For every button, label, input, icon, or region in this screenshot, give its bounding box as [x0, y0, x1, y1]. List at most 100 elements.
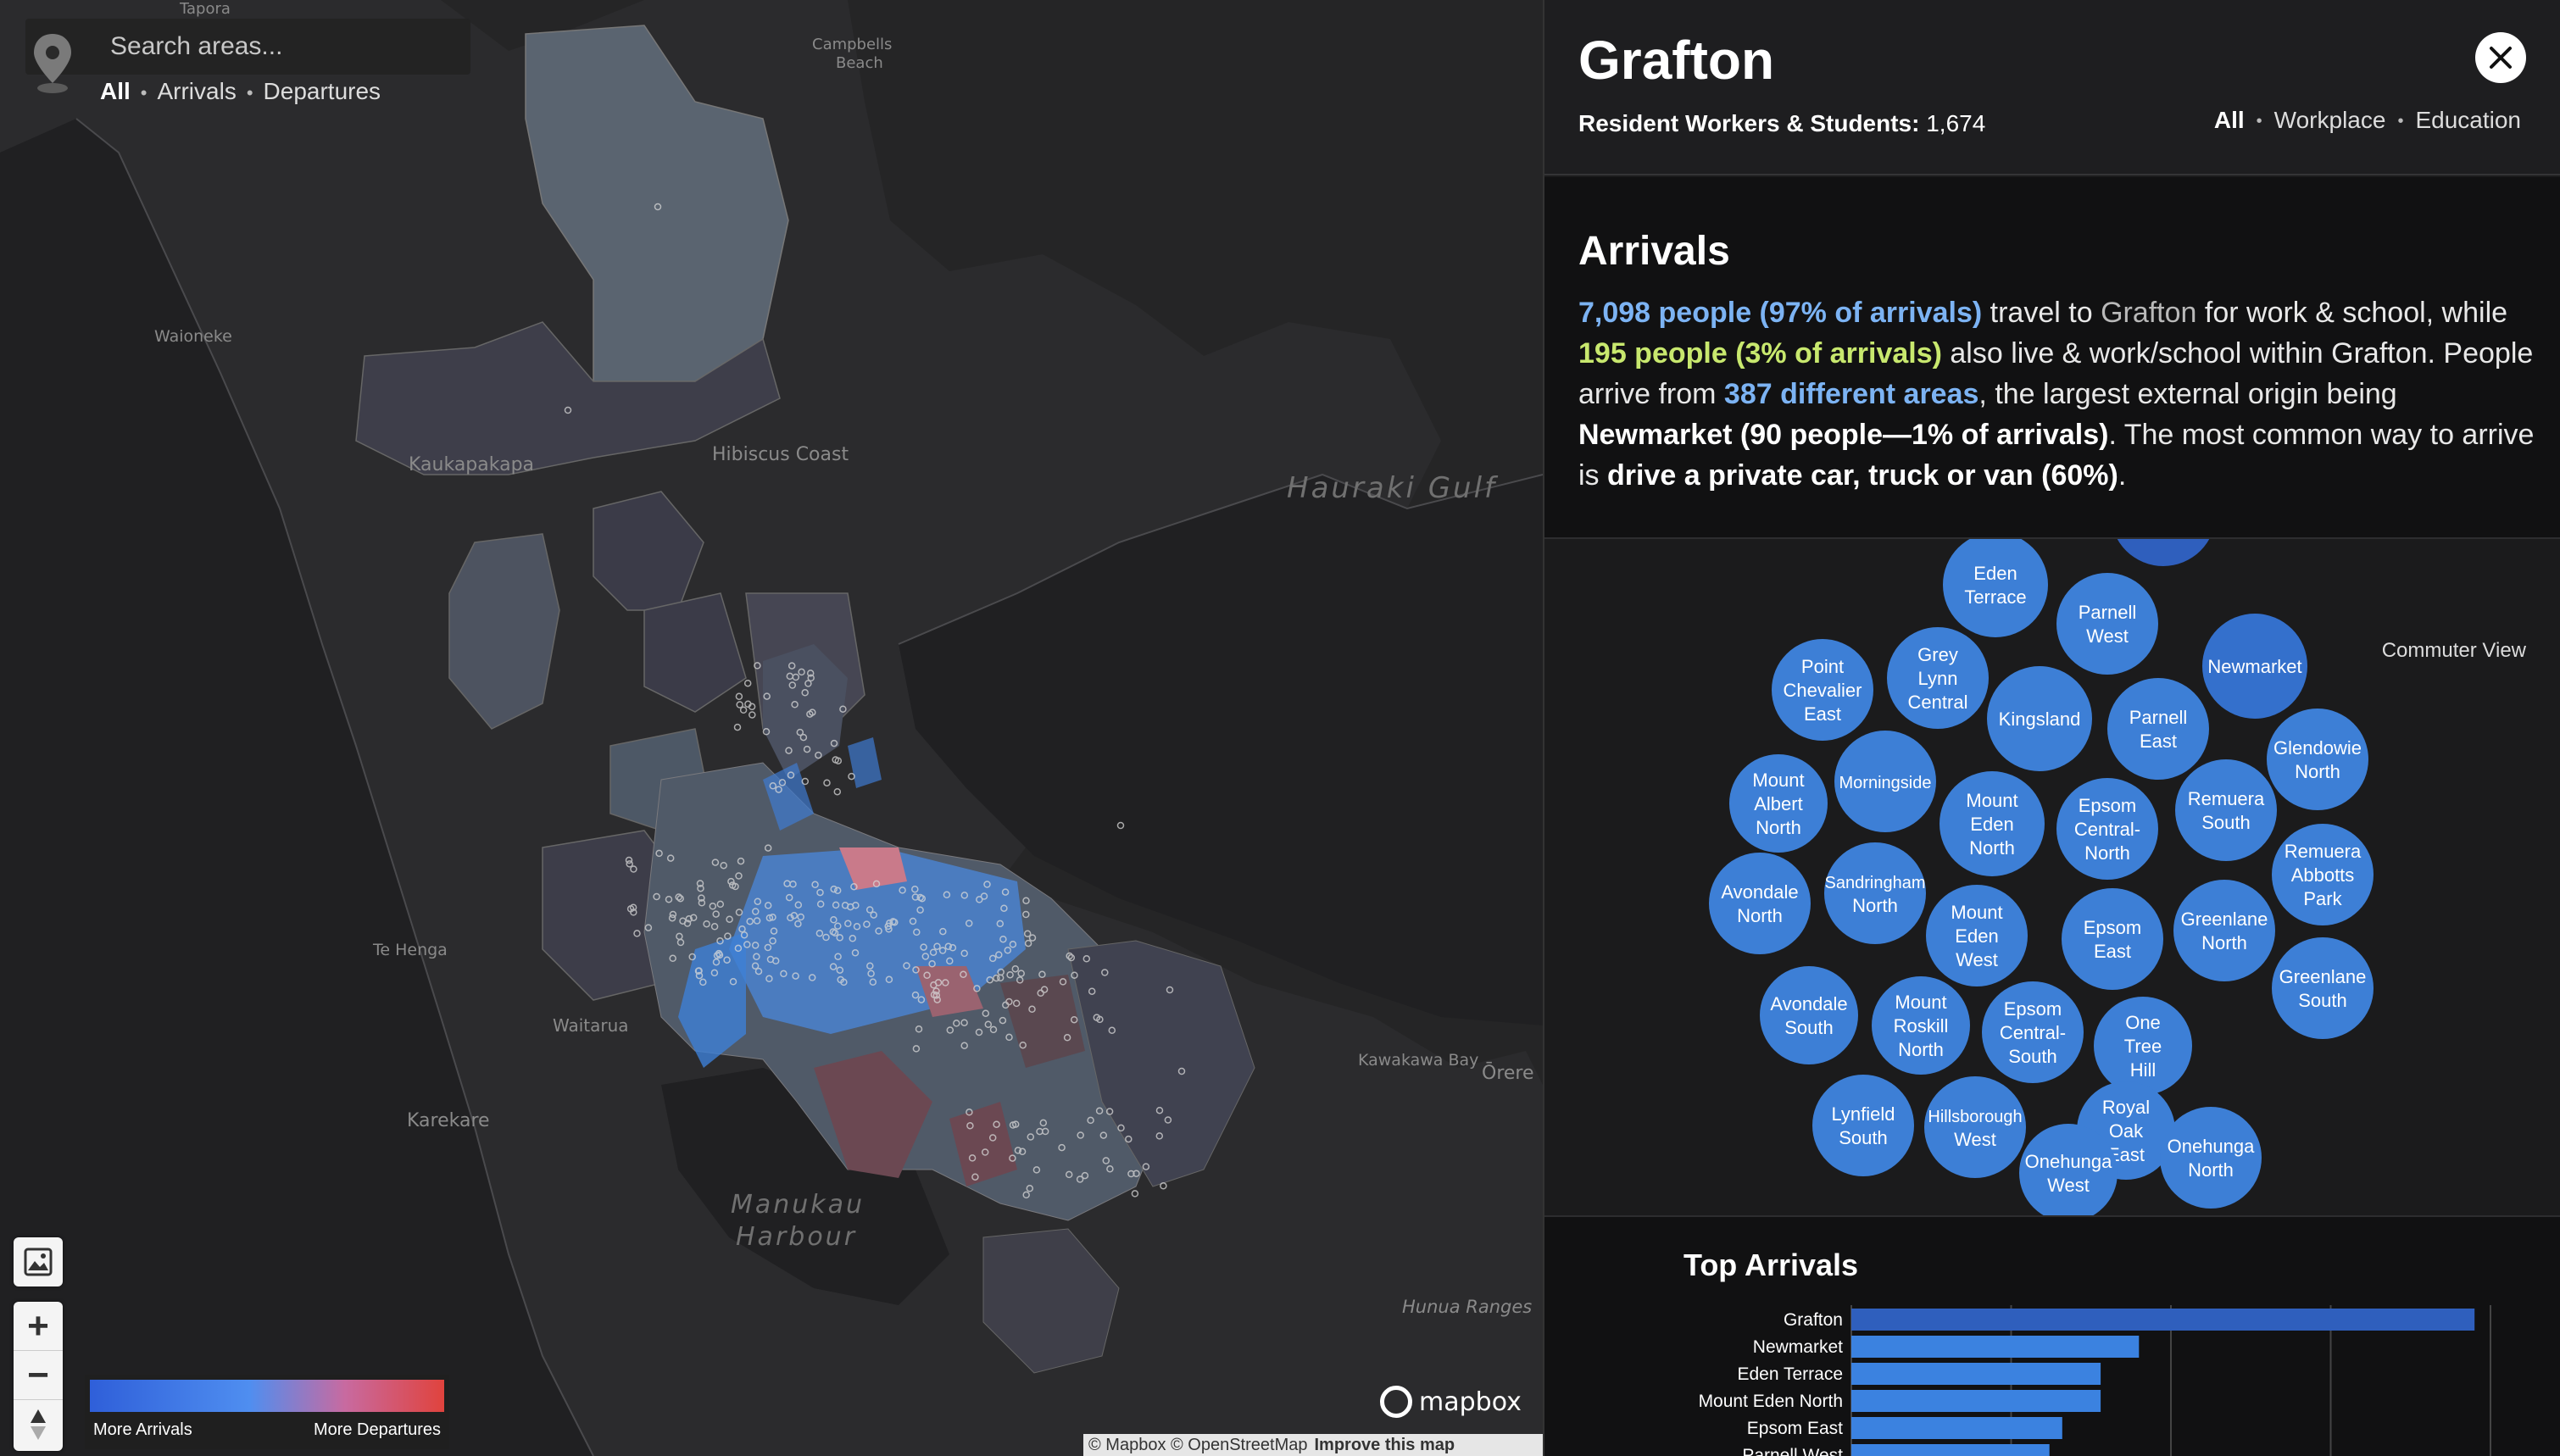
- origin-bubble[interactable]: Point ChevalierEast: [1772, 639, 1873, 741]
- view-all[interactable]: All: [2214, 107, 2245, 133]
- bubble-label: Remuera: [2285, 841, 2362, 862]
- compass-button[interactable]: [14, 1400, 63, 1449]
- bubble-label: South: [1839, 1127, 1888, 1148]
- bar-category-label: Epsom East: [1747, 1419, 1843, 1438]
- bubble-label: West: [2047, 1175, 2090, 1196]
- origin-bubble[interactable]: RemueraAbbottsPark: [2272, 824, 2374, 925]
- bubble-label: Avondale: [1721, 881, 1798, 903]
- filter-arrivals[interactable]: Arrivals: [157, 78, 236, 104]
- bubble-partial[interactable]: [2111, 539, 2216, 566]
- zoom-out-button[interactable]: −: [14, 1351, 63, 1400]
- filter-departures[interactable]: Departures: [264, 78, 381, 104]
- bar-grafton[interactable]: [1851, 1309, 2475, 1331]
- bar-mount-eden-north[interactable]: [1851, 1390, 2101, 1412]
- view-education[interactable]: Education: [2415, 107, 2521, 133]
- bubble-circle: [2056, 573, 2158, 675]
- origin-bubble[interactable]: GreenlaneNorth: [2173, 880, 2275, 981]
- close-button[interactable]: [2475, 32, 2526, 83]
- bubble-label: Epsom: [2084, 917, 2141, 938]
- location-pin-icon: [34, 34, 71, 93]
- map-legend: More Arrivals More Departures: [85, 1375, 449, 1449]
- map-label-hibiscus-coast: Hibiscus Coast: [712, 444, 849, 465]
- bubble-label: Sandringham: [1825, 874, 1926, 892]
- origin-bubble[interactable]: EdenTerrace: [1943, 539, 2048, 637]
- origin-bubble[interactable]: Epsom Central-North: [2056, 778, 2158, 880]
- bubble-label: Terrace: [1964, 586, 2026, 608]
- bubble-circle: [1760, 966, 1858, 1064]
- arrivals-heading: Arrivals: [1578, 229, 1730, 274]
- bubble-label: North: [1737, 905, 1783, 926]
- bubble-label: Avondale: [1770, 993, 1847, 1014]
- origin-bubble[interactable]: Kingsland: [1987, 666, 2092, 771]
- bar-newmarket[interactable]: [1851, 1336, 2140, 1358]
- origin-bubble[interactable]: Remuera South: [2175, 759, 2277, 861]
- map-label-te-henga: Te Henga: [373, 941, 448, 959]
- origin-bubble[interactable]: OnehungaNorth: [2160, 1107, 2262, 1209]
- origin-bubble[interactable]: Newmarket: [2202, 614, 2307, 719]
- bubble-circle: [1812, 1075, 1914, 1176]
- bubble-label: Hillsborough: [1928, 1108, 2022, 1126]
- origin-bubble[interactable]: ParnellWest: [2056, 573, 2158, 675]
- zoom-in-button[interactable]: +: [14, 1302, 63, 1351]
- origin-bubble[interactable]: Avondale South: [1760, 966, 1858, 1064]
- origin-bubble[interactable]: Mount EdenNorth: [1939, 771, 2045, 876]
- separator-dot: •: [246, 81, 253, 103]
- legend-label-arrivals: More Arrivals: [93, 1420, 192, 1439]
- bubble-label: Eden: [1955, 925, 1998, 947]
- origin-bubble[interactable]: Hillsborough West: [1924, 1076, 2026, 1178]
- origin-bubble[interactable]: AvondaleNorth: [1709, 853, 1811, 954]
- origin-bubble[interactable]: MountAlbert North: [1729, 754, 1828, 853]
- mapbox-logo[interactable]: mapbox: [1380, 1386, 1522, 1418]
- bubble-label: Abbotts: [2291, 864, 2355, 886]
- origin-bubble[interactable]: LynfieldSouth: [1812, 1075, 1914, 1176]
- bubble-label: Mount: [1752, 770, 1804, 791]
- bubble-label: East: [2140, 731, 2177, 752]
- separator-dot: •: [2397, 112, 2404, 131]
- origin-bubble[interactable]: Greenlane South: [2272, 937, 2374, 1039]
- arrivals-description: 7,098 people (97% of arrivals) travel to…: [1578, 292, 2536, 496]
- mapbox-icon: [1380, 1386, 1412, 1418]
- legend-label-departures: More Departures: [313, 1420, 441, 1439]
- map-label-waitarua: Waitarua: [553, 1015, 629, 1036]
- bubble-label: Roskill: [1894, 1015, 1949, 1036]
- arrivals-external-count: 7,098 people (97% of arrivals): [1578, 297, 1983, 329]
- bar-eden-terrace[interactable]: [1851, 1363, 2101, 1385]
- origin-bubble[interactable]: MountEdenWest: [1926, 885, 2028, 986]
- bubble-label: Point: [1801, 656, 1844, 677]
- view-workplace[interactable]: Workplace: [2274, 107, 2386, 133]
- origin-bubble[interactable]: GlendowieNorth: [2267, 709, 2368, 810]
- compass-icon: [31, 1409, 46, 1440]
- origin-bubble[interactable]: Epsom East: [2062, 888, 2163, 990]
- map-label-manukau: Manukau: [731, 1190, 865, 1220]
- bar-category-label: Newmarket: [1753, 1337, 1843, 1357]
- map-label-orere: Ōrere: [1482, 1063, 1534, 1084]
- origin-bubble[interactable]: One TreeHill: [2094, 997, 2192, 1095]
- filter-all[interactable]: All: [100, 78, 131, 104]
- bar-parnell-west[interactable]: [1851, 1444, 2050, 1456]
- text-segment: travel to: [1982, 297, 2101, 329]
- bubble-label: West: [1956, 949, 1998, 970]
- origin-area-count: 387 different areas: [1723, 378, 1979, 410]
- origin-bubble[interactable]: MountRoskill North: [1872, 976, 1970, 1075]
- bar-epsom-east[interactable]: [1851, 1417, 2062, 1439]
- origin-bubble[interactable]: Morningside: [1834, 731, 1936, 832]
- commuter-view-link[interactable]: Commuter View: [2382, 639, 2526, 663]
- map-label-karekare: Karekare: [407, 1110, 490, 1131]
- origin-bubble[interactable]: Parnell East: [2107, 678, 2209, 780]
- bubble-label: One: [2125, 1012, 2161, 1033]
- map-label-hauraki-gulf: Hauraki Gulf: [1287, 471, 1498, 505]
- bubble-label: South: [1784, 1017, 1834, 1038]
- map-label-hunua-ranges: Hunua Ranges: [1402, 1297, 1533, 1317]
- bubble-label: Parnell: [2079, 602, 2136, 623]
- search-box[interactable]: [25, 19, 470, 93]
- image-export-button[interactable]: [14, 1237, 63, 1287]
- bubble-circle: [2267, 709, 2368, 810]
- origin-bubble[interactable]: EpsomCentral- South: [1982, 981, 2084, 1083]
- search-input[interactable]: [110, 27, 449, 66]
- attribution-text: © Mapbox © OpenStreetMap: [1088, 1436, 1308, 1454]
- mapbox-wordmark: mapbox: [1419, 1387, 1522, 1417]
- improve-map-link[interactable]: Improve this map: [1315, 1436, 1455, 1454]
- origin-bubble[interactable]: Sandringham North: [1824, 842, 1926, 944]
- map-canvas[interactable]: Waioneke Kaukapakapa Hibiscus Coast Haur…: [0, 0, 1543, 1456]
- origin-bubble[interactable]: Grey Lynn Central: [1887, 627, 1989, 729]
